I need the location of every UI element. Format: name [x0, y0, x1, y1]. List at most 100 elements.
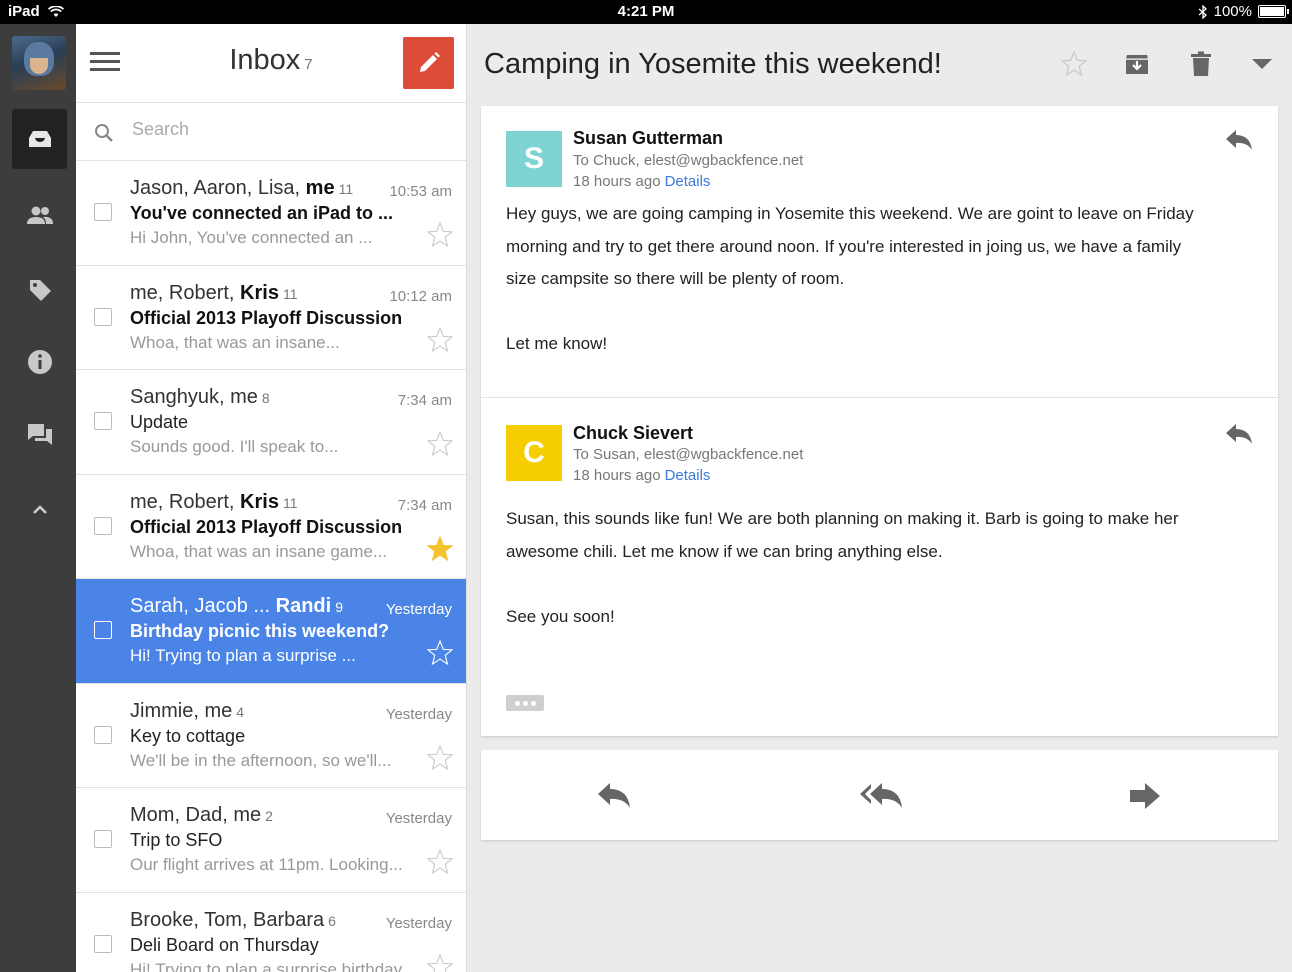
star-filled-icon[interactable]	[426, 534, 454, 563]
thread-checkbox[interactable]	[94, 412, 112, 430]
thread-time: 7:34 am	[397, 496, 452, 514]
thread-time: Yesterday	[385, 705, 452, 723]
thread-participants: Jason, Aaron, Lisa, me 11	[130, 177, 353, 200]
reply-all-button[interactable]	[857, 776, 907, 816]
participants-text: Mom, Dad, me	[130, 804, 262, 826]
message-count: 2	[265, 808, 273, 824]
nav-rail	[0, 24, 76, 972]
star-outline-icon[interactable]	[426, 639, 454, 667]
message-time: 18 hours ago Details	[573, 467, 710, 484]
thread-row[interactable]: Mom, Dad, me 2 Yesterday Trip to SFO Our fli…	[76, 788, 466, 893]
search-input[interactable]	[132, 119, 412, 140]
sender-name[interactable]: Susan Gutterman	[573, 128, 723, 149]
star-outline-icon[interactable]	[426, 430, 454, 458]
thread-row[interactable]: Jason, Aaron, Lisa, me 11 10:53 am You've c…	[76, 161, 466, 266]
star-thread-button[interactable]	[1058, 48, 1090, 80]
thread-snippet: Sounds good. I'll speak to...	[130, 437, 339, 456]
nav-inbox[interactable]	[12, 109, 67, 169]
pencil-icon	[419, 52, 440, 72]
participants-unread: Kris	[240, 281, 279, 304]
message-count: 11	[282, 285, 298, 302]
thread-snippet: Whoa, that was an insane game...	[130, 541, 388, 561]
thread-time: Yesterday	[385, 914, 452, 932]
inbox-tray-icon	[28, 131, 51, 147]
battery-percent: 100%	[1213, 3, 1252, 20]
delete-button[interactable]	[1185, 48, 1217, 80]
thread-participants: Sanghyuk, me 8	[130, 386, 270, 409]
message-count: 11	[282, 494, 298, 511]
star-outline-icon[interactable]	[426, 325, 454, 354]
thread-checkbox[interactable]	[94, 830, 112, 848]
thread-subject: Update	[130, 412, 189, 432]
archive-button[interactable]	[1121, 48, 1153, 80]
reading-pane: Camping in Yosemite this weekend! S Susa…	[467, 24, 1292, 972]
sender-initial: S	[523, 142, 544, 175]
star-outline-icon	[1060, 50, 1088, 77]
details-link[interactable]: Details	[665, 173, 711, 190]
thread-participants: Mom, Dad, me 2	[130, 804, 273, 827]
thread-checkbox[interactable]	[94, 621, 112, 639]
thread-checkbox[interactable]	[94, 934, 112, 953]
star-outline-icon[interactable]	[426, 952, 454, 972]
sender-avatar: C	[506, 425, 562, 481]
body-line: Let me know!	[506, 334, 608, 353]
thread-checkbox[interactable]	[94, 725, 112, 744]
thread-subject: Trip to SFO	[130, 830, 223, 850]
thread-participants: Sarah, Jacob ... Randi 9	[130, 595, 343, 618]
star-outline-icon[interactable]	[426, 221, 454, 249]
star-outline-icon[interactable]	[426, 848, 454, 876]
body-line: size campsite so there will be plenty of…	[506, 269, 845, 288]
thread-time: Yesterday	[385, 601, 452, 618]
nav-labels[interactable]	[12, 260, 67, 320]
nav-collapse[interactable]	[12, 480, 67, 540]
thread-snippet: Hi! Trying to plan a surprise birthday..…	[130, 959, 416, 972]
thread-checkbox[interactable]	[94, 516, 112, 535]
time-text: 18 hours ago	[573, 173, 661, 190]
nav-chat[interactable]	[12, 405, 67, 465]
star-outline-icon[interactable]	[426, 743, 454, 772]
time-text: 18 hours ago	[573, 467, 661, 484]
thread-row[interactable]: Brooke, Tom, Barbara 6 Yesterday Deli Board…	[76, 893, 466, 972]
people-icon	[26, 206, 53, 224]
trash-icon	[1191, 51, 1211, 76]
account-avatar[interactable]	[12, 36, 66, 90]
nav-info[interactable]	[12, 332, 67, 392]
show-trimmed-button[interactable]	[506, 695, 544, 711]
message-card: S Susan Gutterman To Chuck, elest@wgback…	[481, 106, 1278, 736]
body-line	[506, 296, 1206, 329]
recipients: To Chuck, elest@wgbackfence.net	[573, 152, 804, 169]
thread-row[interactable]: Sanghyuk, me 8 7:34 am Update Sounds good. I…	[76, 370, 466, 475]
thread-row[interactable]: me, Robert, Kris 11 10:12 am Official 2013 …	[76, 266, 466, 370]
thread-list: Jason, Aaron, Lisa, me 11 10:53 am You've c…	[76, 161, 466, 972]
details-link[interactable]: Details	[665, 467, 711, 484]
reply-all-bottom-button[interactable]	[594, 776, 634, 816]
thread-row[interactable]: me, Robert, Kris 11 7:34 am Official 2013 P…	[76, 475, 466, 579]
body-line: morning and try to get there around noon…	[506, 236, 1182, 256]
thread-checkbox[interactable]	[94, 307, 112, 326]
reply-all-icon	[860, 783, 902, 808]
thread-row[interactable]: Sarah, Jacob ... Randi 9 Yesterday Birthday…	[76, 579, 466, 684]
thread-time: Yesterday	[385, 810, 452, 827]
nav-contacts[interactable]	[12, 186, 67, 246]
more-options-button[interactable]	[1246, 48, 1278, 80]
bluetooth-icon	[1198, 4, 1207, 19]
thread-title: Camping in Yosemite this weekend!	[484, 48, 942, 80]
reply-button[interactable]	[1224, 422, 1256, 450]
participants-unread: Randi	[275, 595, 332, 617]
thread-checkbox[interactable]	[94, 203, 112, 221]
participants-unread: Kris	[240, 490, 279, 513]
clock: 4:21 PM	[617, 3, 675, 20]
forward-button[interactable]	[1125, 776, 1165, 816]
inbox-title-text: Inbox	[229, 44, 301, 76]
inbox-header: Inbox 7	[76, 24, 466, 103]
compose-button[interactable]	[403, 37, 454, 89]
thread-subject: Official 2013 Playoff Discussion	[130, 516, 403, 537]
sender-name[interactable]: Chuck Sievert	[573, 423, 693, 444]
message: C Chuck Sievert To Susan, elest@wgbackfe…	[481, 397, 1278, 736]
message-body: Susan, this sounds like fun! We are both…	[506, 503, 1206, 633]
body-line	[506, 568, 1206, 601]
thread-snippet: Hi John, You've connected an ...	[130, 228, 373, 247]
thread-row[interactable]: Jimmie, me 4 Yesterday Key to cottage We'll …	[76, 684, 466, 788]
inbox-unread-count: 7	[304, 56, 313, 73]
reply-button[interactable]	[1224, 128, 1256, 156]
